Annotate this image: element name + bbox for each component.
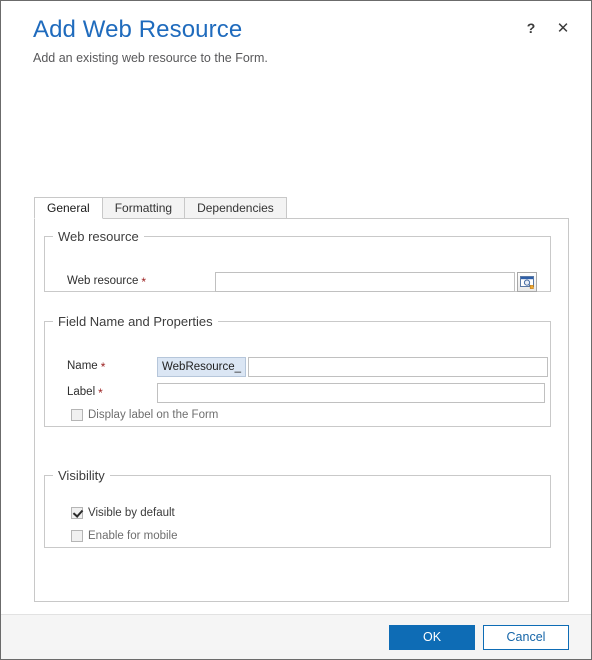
web-resource-input[interactable] <box>215 272 515 292</box>
group-field-name-legend: Field Name and Properties <box>58 314 213 329</box>
enable-for-mobile-checkbox-box[interactable] <box>71 530 83 542</box>
group-web-resource: Web resource Web resource * <box>44 229 551 292</box>
lookup-window-icon[interactable] <box>517 272 537 292</box>
dialog-body: General Formatting Dependencies Web reso… <box>1 87 591 614</box>
tab-dependencies[interactable]: Dependencies <box>184 197 287 219</box>
label-label: Label * <box>67 386 157 400</box>
display-label-checkbox-label: Display label on the Form <box>88 409 219 421</box>
ok-button[interactable]: OK <box>389 624 475 650</box>
cancel-button[interactable]: Cancel <box>483 624 569 650</box>
dialog-subtitle: Add an existing web resource to the Form… <box>33 51 268 65</box>
row-display-label: Display label on the Form <box>71 409 218 421</box>
name-prefix: WebResource_ <box>157 357 247 377</box>
add-web-resource-dialog: Add Web Resource Add an existing web res… <box>0 0 592 660</box>
help-icon[interactable]: ? <box>523 20 539 36</box>
row-web-resource: Web resource * <box>67 272 537 292</box>
display-label-checkbox-box[interactable] <box>71 409 83 421</box>
visible-by-default-checkbox[interactable]: Visible by default <box>71 507 175 519</box>
row-label: Label * <box>67 383 545 403</box>
web-resource-label: Web resource * <box>67 275 215 289</box>
close-icon[interactable]: ✕ <box>555 20 571 36</box>
label-input[interactable] <box>157 383 545 403</box>
group-field-name-and-properties: Field Name and Properties Name * WebResou… <box>44 314 551 427</box>
group-visibility: Visibility Visible by default Enable for… <box>44 468 551 548</box>
visible-by-default-checkbox-label: Visible by default <box>88 507 175 519</box>
web-resource-required-marker: * <box>141 275 147 289</box>
dialog-footer: OK Cancel <box>1 614 591 659</box>
tab-formatting[interactable]: Formatting <box>101 197 186 219</box>
row-name: Name * WebResource_ <box>67 357 549 377</box>
name-label-text: Name <box>67 360 98 372</box>
label-label-text: Label <box>67 386 96 398</box>
row-visible-by-default: Visible by default <box>71 507 175 519</box>
name-input[interactable] <box>248 357 549 377</box>
visible-by-default-checkbox-box[interactable] <box>71 507 83 519</box>
name-label: Name * <box>67 360 157 374</box>
name-required-marker: * <box>100 360 106 374</box>
display-label-checkbox[interactable]: Display label on the Form <box>71 409 218 421</box>
header-tools: ? ✕ <box>523 20 571 36</box>
web-resource-label-text: Web resource <box>67 275 139 287</box>
row-enable-for-mobile: Enable for mobile <box>71 530 178 542</box>
page-title: Add Web Resource <box>33 16 243 43</box>
enable-for-mobile-checkbox-label: Enable for mobile <box>88 530 178 542</box>
dialog-header: Add Web Resource Add an existing web res… <box>1 1 591 87</box>
lookup-window-glyph <box>520 276 534 289</box>
enable-for-mobile-checkbox[interactable]: Enable for mobile <box>71 530 178 542</box>
group-web-resource-legend: Web resource <box>58 229 139 244</box>
tab-content-general: Web resource Web resource * Field Name a… <box>34 218 569 602</box>
tabstrip: General Formatting Dependencies <box>34 197 287 219</box>
group-visibility-legend: Visibility <box>58 468 105 483</box>
label-required-marker: * <box>98 386 103 400</box>
tab-general[interactable]: General <box>34 197 103 219</box>
